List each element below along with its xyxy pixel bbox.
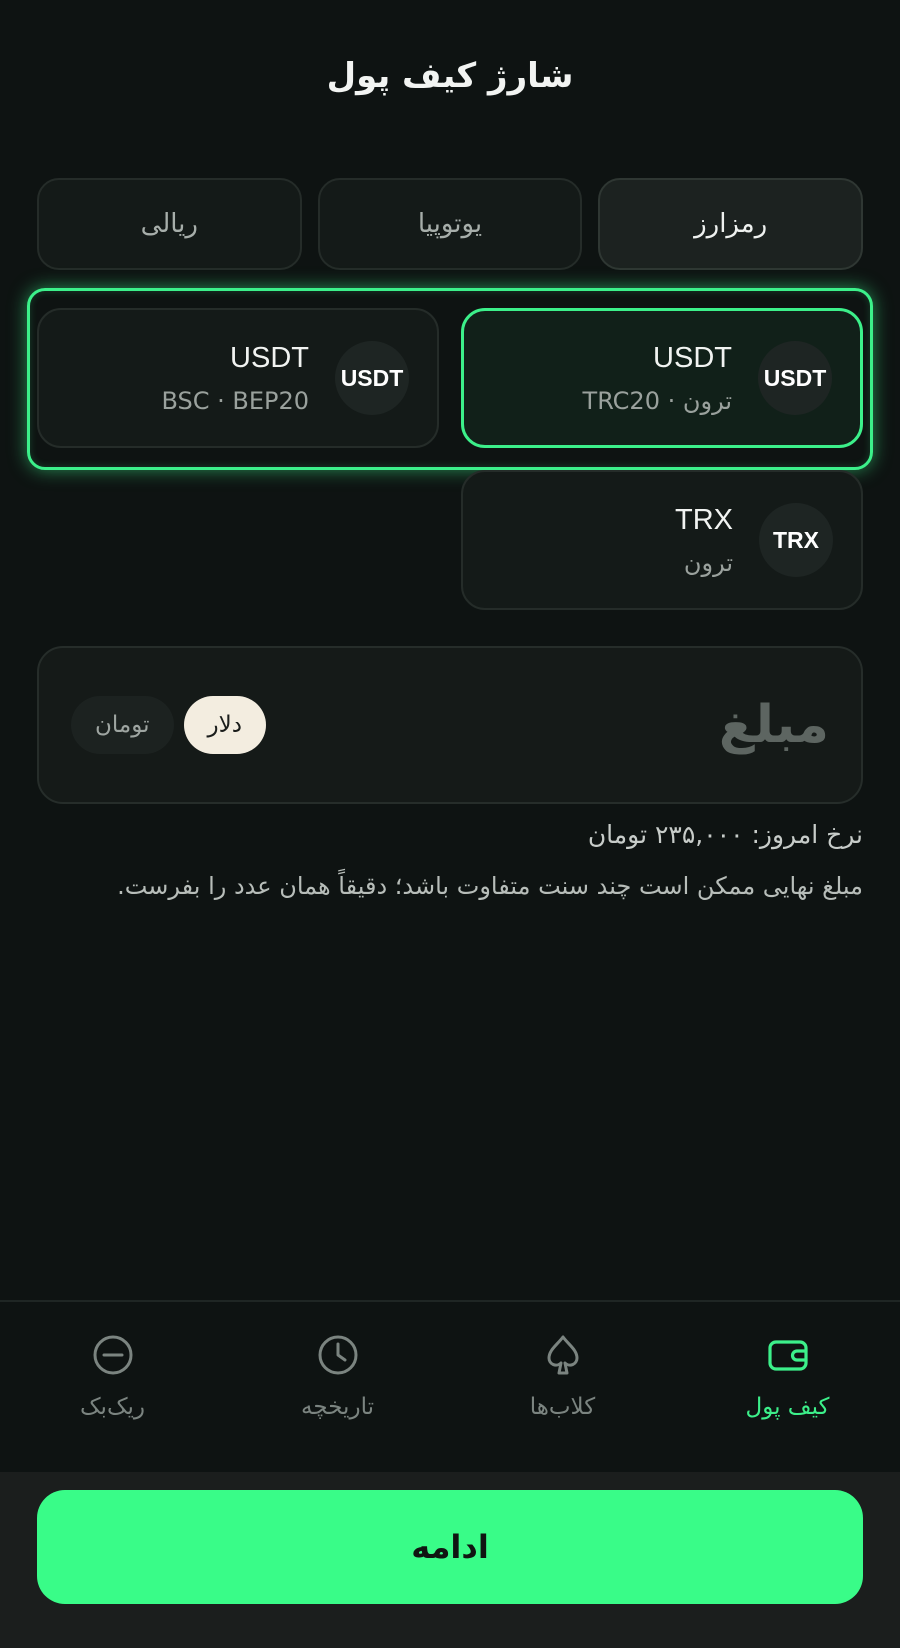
coin-network: ترون: [683, 548, 733, 577]
tab-crypto[interactable]: رمزارز: [598, 178, 863, 270]
tab-rial[interactable]: ریالی: [36, 178, 302, 270]
coin-name: TRX: [675, 503, 733, 536]
bottom-nav: کیف پول کلاب‌ها تاریخچه ریک‌بک: [0, 1300, 900, 1472]
nav-item-clubs[interactable]: کلاب‌ها: [450, 1302, 675, 1472]
trx-coin-icon: TRX: [759, 503, 833, 577]
usdt-coin-icon: USDT: [758, 341, 832, 415]
nav-item-history[interactable]: تاریخچه: [225, 1302, 450, 1472]
nav-label: ریک‌بک: [79, 1394, 146, 1420]
wallet-icon: [767, 1340, 808, 1371]
page-title: شارژ کیف پول: [326, 56, 574, 96]
wallet-charge-screen: شارژ کیف پول رمزارز یوتوپیا ریالی USDT U…: [0, 0, 900, 1648]
nav-label: کیف پول: [745, 1394, 830, 1420]
minus-circle-icon: [93, 1335, 132, 1375]
coin-name: USDT: [230, 341, 309, 374]
exchange-rate-text: نرخ امروز: ۲۳۵,۰۰۰ تومان: [587, 820, 863, 849]
method-tabs: رمزارز یوتوپیا ریالی: [36, 178, 863, 270]
coin-network: BSC · BEP20: [161, 386, 309, 415]
coin-name: USDT: [653, 341, 732, 374]
currency-dollar-button[interactable]: دلار: [183, 696, 266, 754]
nav-label: تاریخچه: [301, 1394, 374, 1420]
footer-bar: ادامه: [0, 1472, 900, 1648]
clock-icon: [318, 1335, 357, 1375]
usdt-coin-icon: USDT: [335, 341, 409, 415]
coin-trx[interactable]: TRX TRX ترون: [461, 470, 863, 610]
currency-toman-button[interactable]: تومان: [71, 696, 174, 754]
nav-label: کلاب‌ها: [529, 1394, 596, 1420]
nav-item-wallet[interactable]: کیف پول: [675, 1302, 900, 1472]
coin-usdt-trc20[interactable]: USDT USDT ترون · TRC20: [461, 308, 863, 448]
amount-note-text: مبلغ نهایی ممکن است چند سنت متفاوت باشد؛…: [117, 872, 863, 900]
spade-icon: [546, 1335, 579, 1375]
continue-button[interactable]: ادامه: [37, 1490, 863, 1604]
coin-usdt-bep20[interactable]: USDT USDT BSC · BEP20: [37, 308, 439, 448]
amount-input[interactable]: مبلغ دلار تومان: [37, 646, 863, 804]
coin-network: ترون · TRC20: [582, 386, 732, 415]
currency-toggle: دلار تومان: [71, 696, 266, 754]
tab-utopia[interactable]: یوتوپیا: [317, 178, 583, 270]
amount-placeholder: مبلغ: [718, 695, 829, 755]
nav-item-rakeback[interactable]: ریک‌بک: [0, 1302, 225, 1472]
